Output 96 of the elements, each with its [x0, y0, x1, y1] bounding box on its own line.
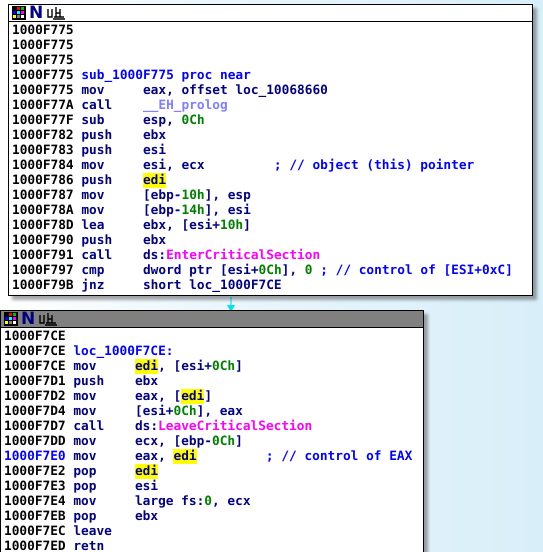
mnemonic: leave	[73, 524, 113, 539]
operand-text: short loc_1000F7CE	[142, 278, 282, 293]
operand-text: edi, [esi+0Ch]	[134, 359, 244, 374]
operand-text: edi	[142, 173, 168, 188]
operand-text: ebx	[142, 233, 167, 248]
operand-text: ebx, [esi+10h]	[142, 218, 252, 233]
operand-text: esi, ecx	[142, 158, 206, 173]
mnemonic: lea	[81, 218, 106, 233]
operand-text: ds:EnterCriticalSection	[142, 248, 320, 263]
mnemonic: cmp	[81, 263, 106, 278]
mnemonic: mov	[81, 203, 106, 218]
code-label: loc_1000F7CE:	[73, 344, 174, 359]
address: 1000F7E0	[4, 449, 67, 464]
mnemonic: push	[81, 233, 114, 248]
mnemonic: push	[73, 374, 106, 389]
mnemonic: call	[81, 98, 114, 113]
mnemonic: mov	[73, 404, 98, 419]
mnemonic: pop	[73, 479, 98, 494]
operand-text: [ebp-10h], esp	[142, 188, 252, 203]
code-label: sub_1000F775 proc near	[81, 68, 251, 83]
address: 1000F7D7	[4, 419, 67, 434]
mnemonic: push	[81, 173, 114, 188]
address: 1000F790	[12, 233, 75, 248]
mnemonic: push	[81, 143, 114, 158]
operand-text: ebx	[134, 509, 160, 524]
address: 1000F787	[12, 188, 75, 203]
mnemonic: pop	[73, 464, 98, 479]
address: 1000F7D4	[4, 404, 67, 419]
operand-text: ebx	[142, 128, 168, 143]
address: 1000F78A	[12, 203, 75, 218]
address: 1000F786	[12, 173, 75, 188]
address: 1000F783	[12, 143, 75, 158]
address: 1000F797	[12, 263, 75, 278]
operand-text: large fs:0, ecx	[134, 494, 252, 509]
code-comment: ; // object (this) pointer	[274, 158, 474, 173]
mnemonic: mov	[81, 188, 106, 203]
address: 1000F7CE	[4, 359, 67, 374]
mnemonic: mov	[73, 434, 98, 449]
mnemonic: push	[81, 128, 114, 143]
operand-text: ds:LeaveCriticalSection	[134, 419, 312, 434]
mnemonic: mov	[73, 359, 98, 374]
color-grid-icon[interactable]	[12, 6, 26, 20]
address: 1000F775	[12, 38, 75, 53]
mnemonic: mov	[73, 494, 98, 509]
address: 1000F782	[12, 128, 75, 143]
operand-text: ebx	[134, 374, 160, 389]
address: 1000F7D2	[4, 389, 67, 404]
address: 1000F775	[12, 23, 75, 38]
address: 1000F7CE	[4, 344, 67, 359]
address: 1000F775	[12, 68, 75, 83]
node-button[interactable]: N	[29, 5, 44, 21]
address: 1000F77F	[12, 113, 75, 128]
mnemonic: mov	[73, 449, 98, 464]
operand-text: esp, 0Ch	[142, 113, 206, 128]
address: 1000F7DD	[4, 434, 67, 449]
edge-arrow	[225, 297, 237, 313]
address: 1000F7EB	[4, 509, 67, 524]
operand-text: eax, [edi]	[134, 389, 214, 404]
operand-text: [ebp-14h], esi	[142, 203, 252, 218]
mnemonic: mov	[81, 83, 106, 98]
address: 1000F775	[12, 83, 75, 98]
address: 1000F775	[12, 53, 75, 68]
operand-text: eax, offset loc_10068660	[142, 83, 328, 98]
address: 1000F7D1	[4, 374, 67, 389]
address: 1000F784	[12, 158, 75, 173]
operand-text: edi	[134, 464, 160, 479]
address: 1000F7E4	[4, 494, 67, 509]
address: 1000F7E3	[4, 479, 67, 494]
mnemonic: mov	[73, 389, 98, 404]
address: 1000F77A	[12, 98, 75, 113]
mnemonic: pop	[73, 509, 98, 524]
address: 1000F7EC	[4, 524, 67, 539]
mnemonic: retn	[73, 539, 106, 552]
mnemonic: call	[73, 419, 106, 434]
color-grid-icon[interactable]	[4, 312, 18, 326]
operand-text: __EH_prolog	[142, 98, 229, 113]
address: 1000F7CE	[4, 329, 67, 344]
address: 1000F7E2	[4, 464, 67, 479]
operand-text: esi	[134, 479, 160, 494]
mnemonic: mov	[81, 158, 106, 173]
graph-icon[interactable]	[46, 6, 66, 20]
mnemonic: sub	[81, 113, 106, 128]
operand-text: esi	[142, 143, 168, 158]
node-button[interactable]: N	[21, 311, 36, 327]
operand-text: dword ptr [esi+0Ch], 0	[142, 263, 312, 278]
address: 1000F78D	[12, 218, 75, 233]
operand-text: eax, edi	[134, 449, 198, 464]
mnemonic: jnz	[81, 278, 106, 293]
operand-text: ecx, [ebp-0Ch]	[134, 434, 244, 449]
code-comment: ; // control of EAX	[266, 449, 412, 464]
address: 1000F7ED	[4, 539, 67, 552]
operand-text: [esi+0Ch], eax	[134, 404, 244, 419]
address: 1000F79B	[12, 278, 75, 293]
mnemonic: call	[81, 248, 114, 263]
address: 1000F791	[12, 248, 75, 263]
code-comment: ; // control of [ESI+0xC]	[320, 263, 513, 278]
